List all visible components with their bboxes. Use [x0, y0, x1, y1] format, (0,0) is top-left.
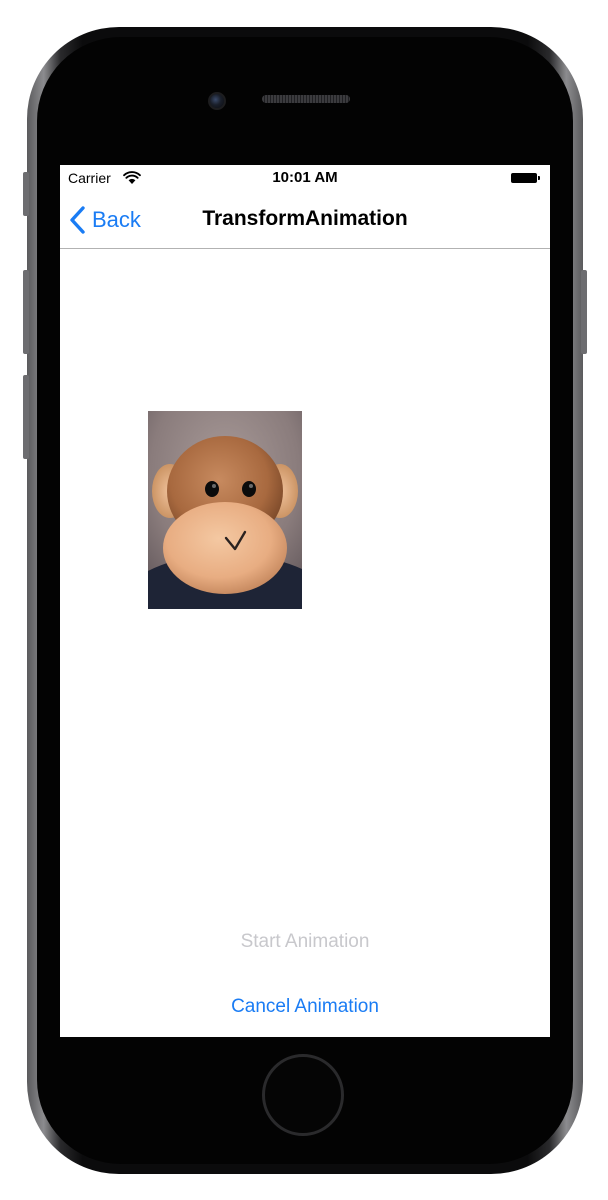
volume-down-button	[23, 375, 29, 459]
mute-switch	[23, 172, 29, 216]
start-animation-button[interactable]: Start Animation	[60, 931, 550, 953]
status-time: 10:01 AM	[272, 169, 338, 186]
page-title: TransformAnimation	[202, 207, 408, 230]
monkey-plush-photo	[148, 411, 302, 609]
navigation-bar: Back TransformAnimation	[60, 191, 550, 249]
volume-up-button	[23, 270, 29, 354]
cancel-animation-button[interactable]: Cancel Animation	[60, 996, 550, 1018]
power-button	[581, 270, 587, 354]
status-bar: Carrier 10:01 AM	[60, 165, 550, 191]
home-button[interactable]	[262, 1054, 344, 1136]
monkey-image	[148, 411, 302, 609]
battery-icon	[511, 173, 540, 183]
front-camera	[208, 92, 226, 110]
app-screen: Carrier 10:01 AM Back TransformAnimation	[60, 165, 550, 1037]
earpiece-speaker	[262, 95, 350, 103]
